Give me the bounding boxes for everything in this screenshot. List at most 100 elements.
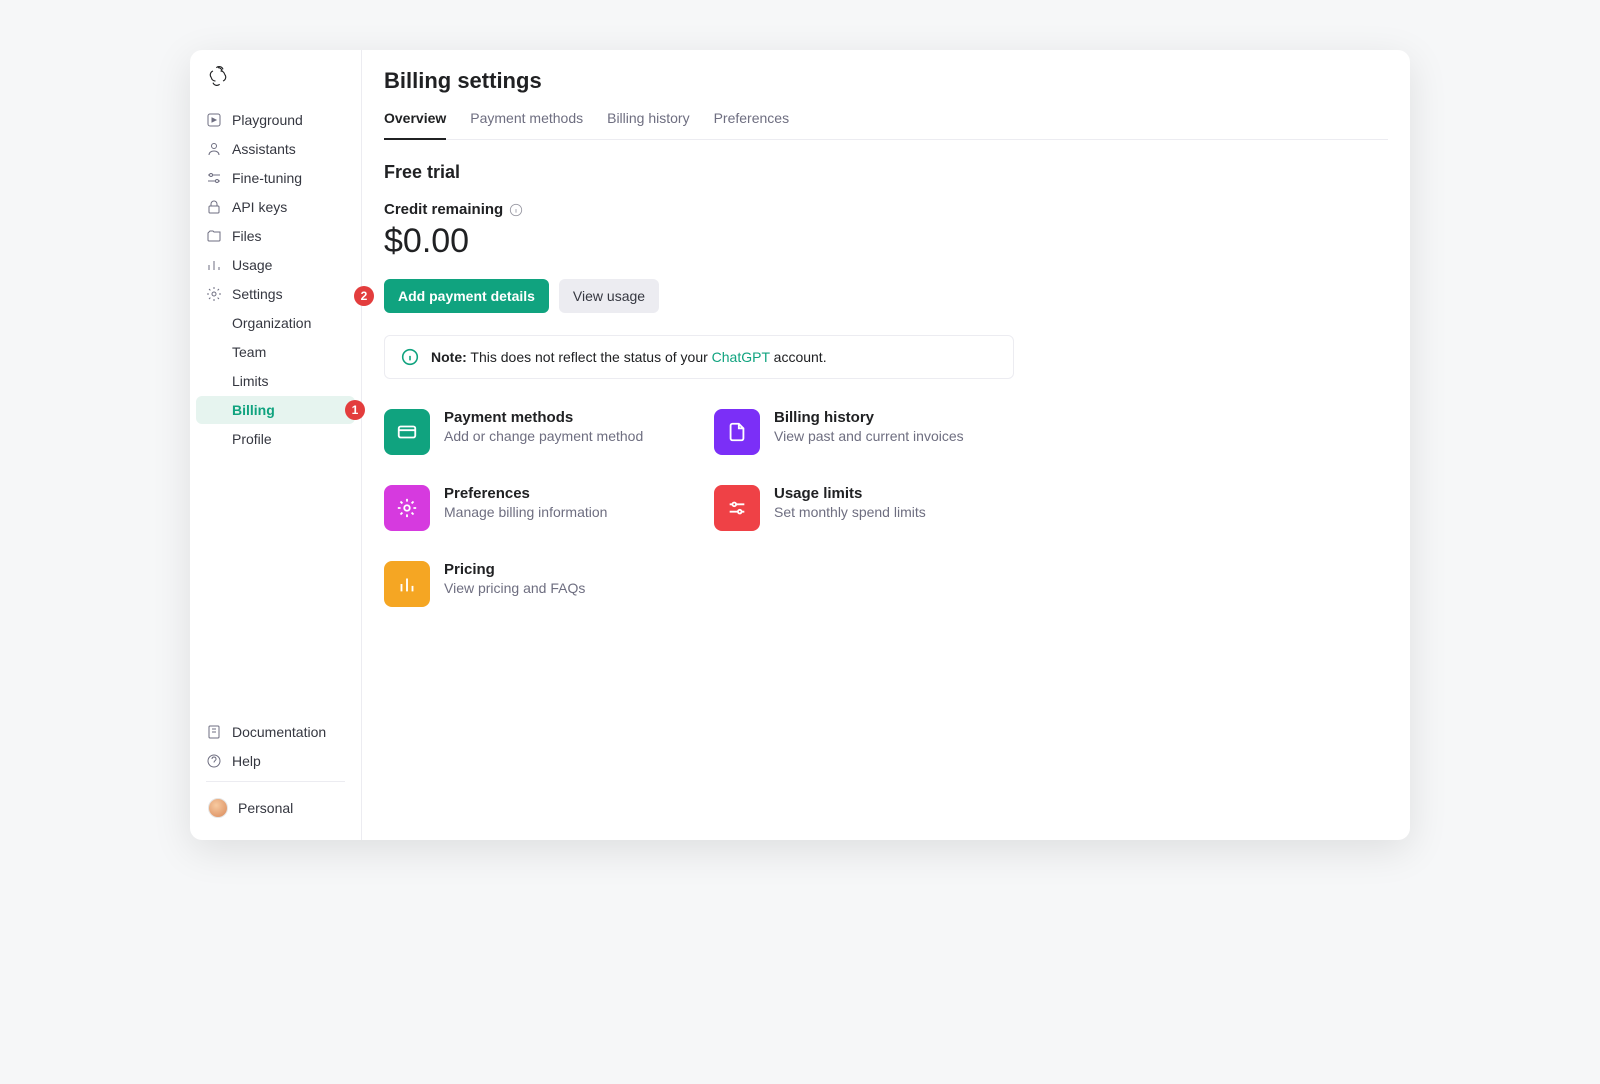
card-icon <box>384 409 430 455</box>
sidebar-sub-team[interactable]: Team <box>196 338 355 366</box>
cards-grid: Payment methods Add or change payment met… <box>384 409 1388 607</box>
note-before: This does not reflect the status of your <box>467 349 712 365</box>
gear-icon <box>384 485 430 531</box>
tab-label: Preferences <box>714 110 789 126</box>
sidebar-item-label: Files <box>232 228 262 244</box>
logo <box>190 62 361 105</box>
sidebar-item-finetuning[interactable]: Fine-tuning <box>196 164 355 192</box>
chatgpt-link[interactable]: ChatGPT <box>712 349 770 365</box>
sidebar-item-documentation[interactable]: Documentation <box>196 718 355 746</box>
sidebar-bottom: Documentation Help Personal <box>190 717 361 828</box>
tab-preferences[interactable]: Preferences <box>714 104 789 139</box>
card-desc: Set monthly spend limits <box>774 504 926 520</box>
avatar <box>208 798 228 818</box>
tab-label: Billing history <box>607 110 689 126</box>
openai-icon <box>208 66 228 86</box>
note-after: account. <box>770 349 827 365</box>
annotation-badge-2: 2 <box>354 286 374 306</box>
sidebar-item-label: Fine-tuning <box>232 170 302 186</box>
sidebar-sub-limits[interactable]: Limits <box>196 367 355 395</box>
sidebar-item-label: Documentation <box>232 724 326 740</box>
sidebar-sub-organization[interactable]: Organization <box>196 309 355 337</box>
sidebar-item-label: Limits <box>232 373 269 389</box>
sliders-icon <box>714 485 760 531</box>
card-title: Billing history <box>774 409 964 426</box>
note-prefix: Note: <box>431 349 467 365</box>
card-text: Usage limits Set monthly spend limits <box>774 485 926 531</box>
card-desc: View past and current invoices <box>774 428 964 444</box>
book-icon <box>206 724 222 740</box>
button-row: 2 Add payment details View usage <box>384 279 1388 313</box>
card-preferences[interactable]: Preferences Manage billing information <box>384 485 714 531</box>
nav: Playground Assistants Fine-tuning API ke… <box>190 105 361 717</box>
main: Billing settings Overview Payment method… <box>362 50 1410 840</box>
card-text: Preferences Manage billing information <box>444 485 607 531</box>
sidebar-item-assistants[interactable]: Assistants <box>196 135 355 163</box>
sidebar-item-usage[interactable]: Usage <box>196 251 355 279</box>
add-payment-button[interactable]: Add payment details <box>384 279 549 313</box>
card-pricing[interactable]: Pricing View pricing and FAQs <box>384 561 714 607</box>
card-payment-methods[interactable]: Payment methods Add or change payment met… <box>384 409 714 455</box>
card-desc: View pricing and FAQs <box>444 580 585 596</box>
info-icon[interactable] <box>509 203 523 217</box>
note-box: Note: This does not reflect the status o… <box>384 335 1014 379</box>
sidebar-item-label: Team <box>232 344 266 360</box>
credit-label-text: Credit remaining <box>384 201 503 218</box>
sidebar-item-help[interactable]: Help <box>196 747 355 775</box>
sidebar-item-label: Organization <box>232 315 311 331</box>
gear-icon <box>206 286 222 302</box>
sidebar-item-label: Profile <box>232 431 272 447</box>
tab-billing-history[interactable]: Billing history <box>607 104 689 139</box>
tab-label: Payment methods <box>470 110 583 126</box>
header: Billing settings Overview Payment method… <box>362 50 1410 140</box>
content: Free trial Credit remaining $0.00 2 Add … <box>362 140 1410 629</box>
info-icon <box>401 348 419 366</box>
card-desc: Add or change payment method <box>444 428 643 444</box>
sidebar-item-label: Billing <box>232 402 275 418</box>
sidebar-item-files[interactable]: Files <box>196 222 355 250</box>
card-desc: Manage billing information <box>444 504 607 520</box>
sidebar: Playground Assistants Fine-tuning API ke… <box>190 50 362 840</box>
tab-label: Overview <box>384 110 446 126</box>
chart-icon <box>206 257 222 273</box>
assistants-icon <box>206 141 222 157</box>
sidebar-item-label: API keys <box>232 199 287 215</box>
sidebar-item-apikeys[interactable]: API keys <box>196 193 355 221</box>
lock-icon <box>206 199 222 215</box>
app-window: Playground Assistants Fine-tuning API ke… <box>190 50 1410 840</box>
trial-title: Free trial <box>384 162 1388 183</box>
card-billing-history[interactable]: Billing history View past and current inv… <box>714 409 1044 455</box>
sidebar-item-label: Help <box>232 753 261 769</box>
card-title: Pricing <box>444 561 585 578</box>
card-title: Payment methods <box>444 409 643 426</box>
tabs: Overview Payment methods Billing history… <box>384 104 1388 140</box>
annotation-badge-1: 1 <box>345 400 365 420</box>
credit-remaining-label: Credit remaining <box>384 201 1388 218</box>
card-text: Payment methods Add or change payment met… <box>444 409 643 455</box>
tab-overview[interactable]: Overview <box>384 104 446 140</box>
card-text: Pricing View pricing and FAQs <box>444 561 585 607</box>
card-title: Usage limits <box>774 485 926 502</box>
divider <box>206 781 345 782</box>
help-icon <box>206 753 222 769</box>
sidebar-item-playground[interactable]: Playground <box>196 106 355 134</box>
sidebar-sub-profile[interactable]: Profile <box>196 425 355 453</box>
sidebar-item-settings[interactable]: Settings <box>196 280 355 308</box>
page-title: Billing settings <box>384 68 1388 94</box>
file-icon <box>714 409 760 455</box>
view-usage-button[interactable]: View usage <box>559 279 659 313</box>
sidebar-item-label: Assistants <box>232 141 296 157</box>
sidebar-sub-billing[interactable]: Billing 1 <box>196 396 355 424</box>
files-icon <box>206 228 222 244</box>
note-text: Note: This does not reflect the status o… <box>431 349 827 365</box>
card-title: Preferences <box>444 485 607 502</box>
profile-switcher[interactable]: Personal <box>196 788 355 828</box>
sidebar-item-label: Playground <box>232 112 303 128</box>
credit-amount: $0.00 <box>384 222 1388 261</box>
playground-icon <box>206 112 222 128</box>
sidebar-item-label: Usage <box>232 257 272 273</box>
finetuning-icon <box>206 170 222 186</box>
chart-icon <box>384 561 430 607</box>
card-usage-limits[interactable]: Usage limits Set monthly spend limits <box>714 485 1044 531</box>
tab-payment-methods[interactable]: Payment methods <box>470 104 583 139</box>
